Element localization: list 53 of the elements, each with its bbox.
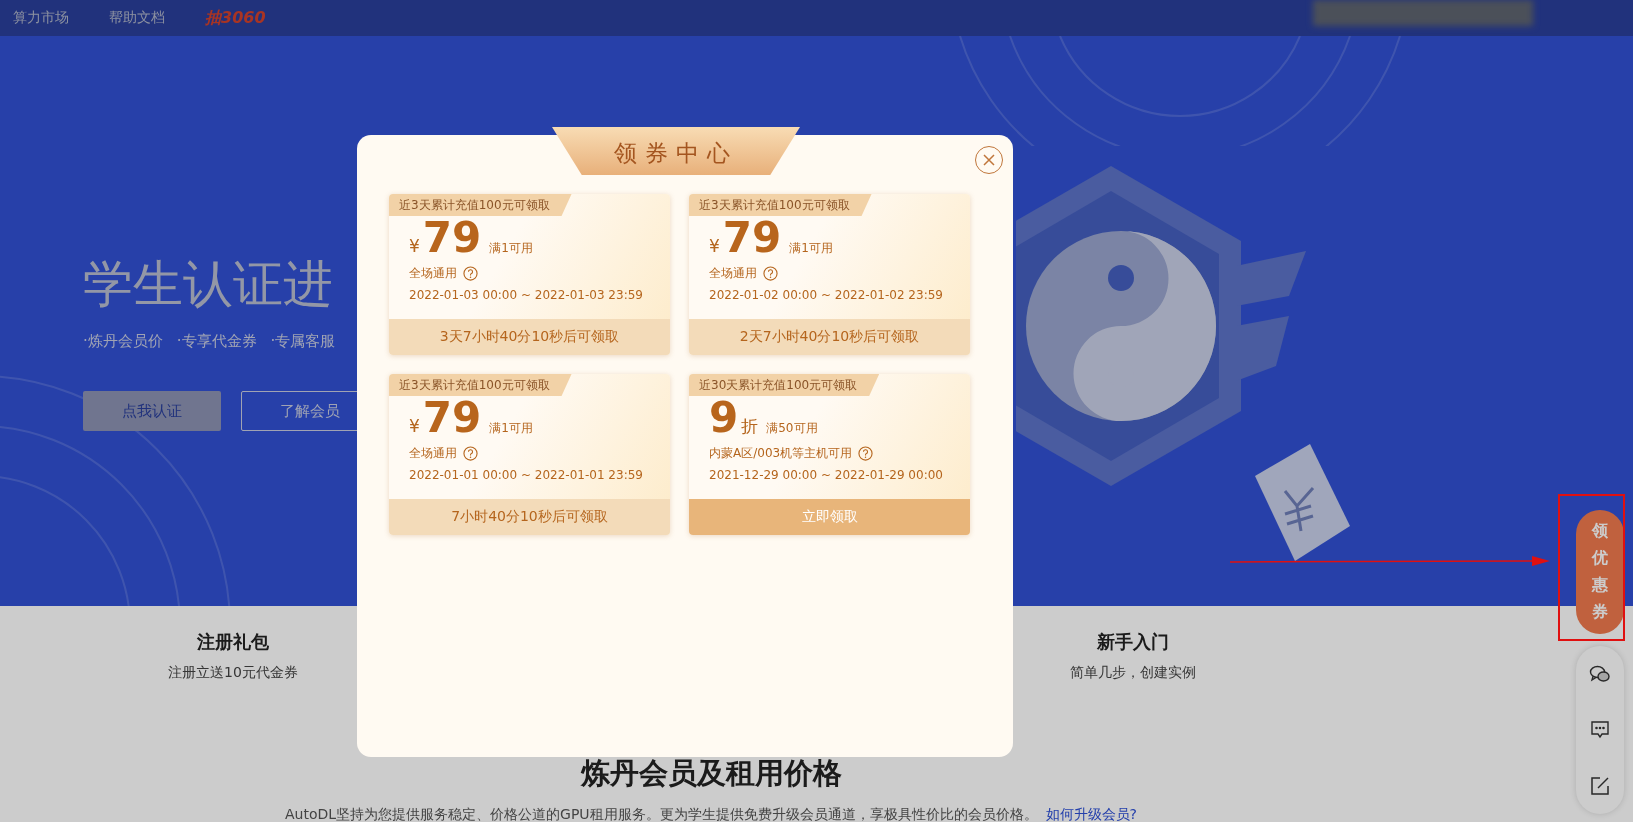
upgrade-link[interactable]: 如何升级会员? bbox=[1045, 806, 1138, 822]
countdown-button[interactable]: 3天7小时40分10秒后可领取 bbox=[389, 319, 670, 355]
claim-button[interactable]: 立即领取 bbox=[689, 499, 970, 535]
coupon-scope: 全场通用 bbox=[409, 445, 457, 462]
coupon-tag: 近3天累计充值100元可领取 bbox=[389, 194, 572, 216]
close-icon[interactable] bbox=[982, 153, 996, 167]
coupon-period: 2022-01-02 00:00 ~ 2022-01-02 23:59 bbox=[709, 288, 944, 302]
coupon-tag: 近30天累计充值100元可领取 bbox=[689, 374, 880, 396]
chat-icon[interactable] bbox=[1590, 720, 1610, 740]
coupon-scope: 全场通用 bbox=[709, 265, 757, 282]
hero-title: 学生认证进 bbox=[83, 254, 333, 315]
coupon-badge[interactable]: 领优惠券 bbox=[1576, 510, 1624, 634]
discount-value: 9 bbox=[709, 396, 739, 440]
help-icon[interactable] bbox=[763, 266, 778, 281]
benefit-text: ·专属客服 bbox=[270, 332, 336, 351]
countdown-button[interactable]: 7小时40分10秒后可领取 bbox=[389, 499, 670, 535]
wechat-icon[interactable] bbox=[1589, 664, 1611, 684]
help-icon[interactable] bbox=[463, 266, 478, 281]
currency-symbol: ¥ bbox=[709, 236, 720, 256]
verify-button[interactable]: 点我认证 bbox=[83, 391, 221, 431]
coupon-condition: 满1可用 bbox=[489, 420, 533, 437]
coupon-period: 2021-12-29 00:00 ~ 2022-01-29 00:00 bbox=[709, 468, 944, 482]
coupon-condition: 满1可用 bbox=[789, 240, 833, 257]
section-description: AutoDL坚持为您提供服务稳定、价格公道的GPU租用服务。更为学生提供免费升级会员通道，享极具性价比的会员价格。 bbox=[284, 806, 1038, 822]
discount-unit: 折 bbox=[741, 415, 759, 438]
nav-link[interactable]: 算力市场 bbox=[13, 9, 69, 27]
benefit-text: ·炼丹会员价 bbox=[83, 332, 163, 351]
coupon-tag: 近3天累计充值100元可领取 bbox=[389, 374, 572, 396]
coupon-amount: 79 bbox=[722, 216, 782, 260]
currency-symbol: ¥ bbox=[409, 236, 420, 256]
edit-icon[interactable] bbox=[1590, 776, 1610, 796]
coupon-scope: 内蒙A区/003机等主机可用 bbox=[709, 445, 853, 462]
coupon-condition: 满50可用 bbox=[766, 420, 818, 437]
coupon-period: 2022-01-01 00:00 ~ 2022-01-01 23:59 bbox=[409, 468, 644, 482]
coupon-scope: 全场通用 bbox=[409, 265, 457, 282]
feature-subtitle: 注册立送10元代金券 bbox=[168, 664, 298, 682]
feature-title: 新手入门 bbox=[1097, 630, 1169, 654]
coupon-period: 2022-01-03 00:00 ~ 2022-01-03 23:59 bbox=[409, 288, 644, 302]
feature-title: 注册礼包 bbox=[197, 630, 269, 654]
promo-link[interactable]: 抽3060 bbox=[205, 7, 266, 29]
coupon-tag: 近3天累计充值100元可领取 bbox=[689, 194, 872, 216]
coupon-amount: 79 bbox=[422, 396, 482, 440]
section-title: 炼丹会员及租用价格 bbox=[579, 755, 843, 792]
help-icon[interactable] bbox=[858, 446, 874, 461]
countdown-button[interactable]: 2天7小时40分10秒后可领取 bbox=[689, 319, 970, 355]
help-icon[interactable] bbox=[463, 446, 478, 461]
nav-link[interactable]: 帮助文档 bbox=[109, 9, 165, 27]
currency-symbol: ¥ bbox=[409, 416, 420, 436]
dialog-title: 领券中心 bbox=[552, 127, 800, 175]
coupon-condition: 满1可用 bbox=[489, 240, 533, 257]
coupon-amount: 79 bbox=[422, 216, 482, 260]
benefit-text: ·专享代金券 bbox=[176, 332, 257, 351]
feature-subtitle: 简单几步，创建实例 bbox=[1070, 664, 1196, 682]
